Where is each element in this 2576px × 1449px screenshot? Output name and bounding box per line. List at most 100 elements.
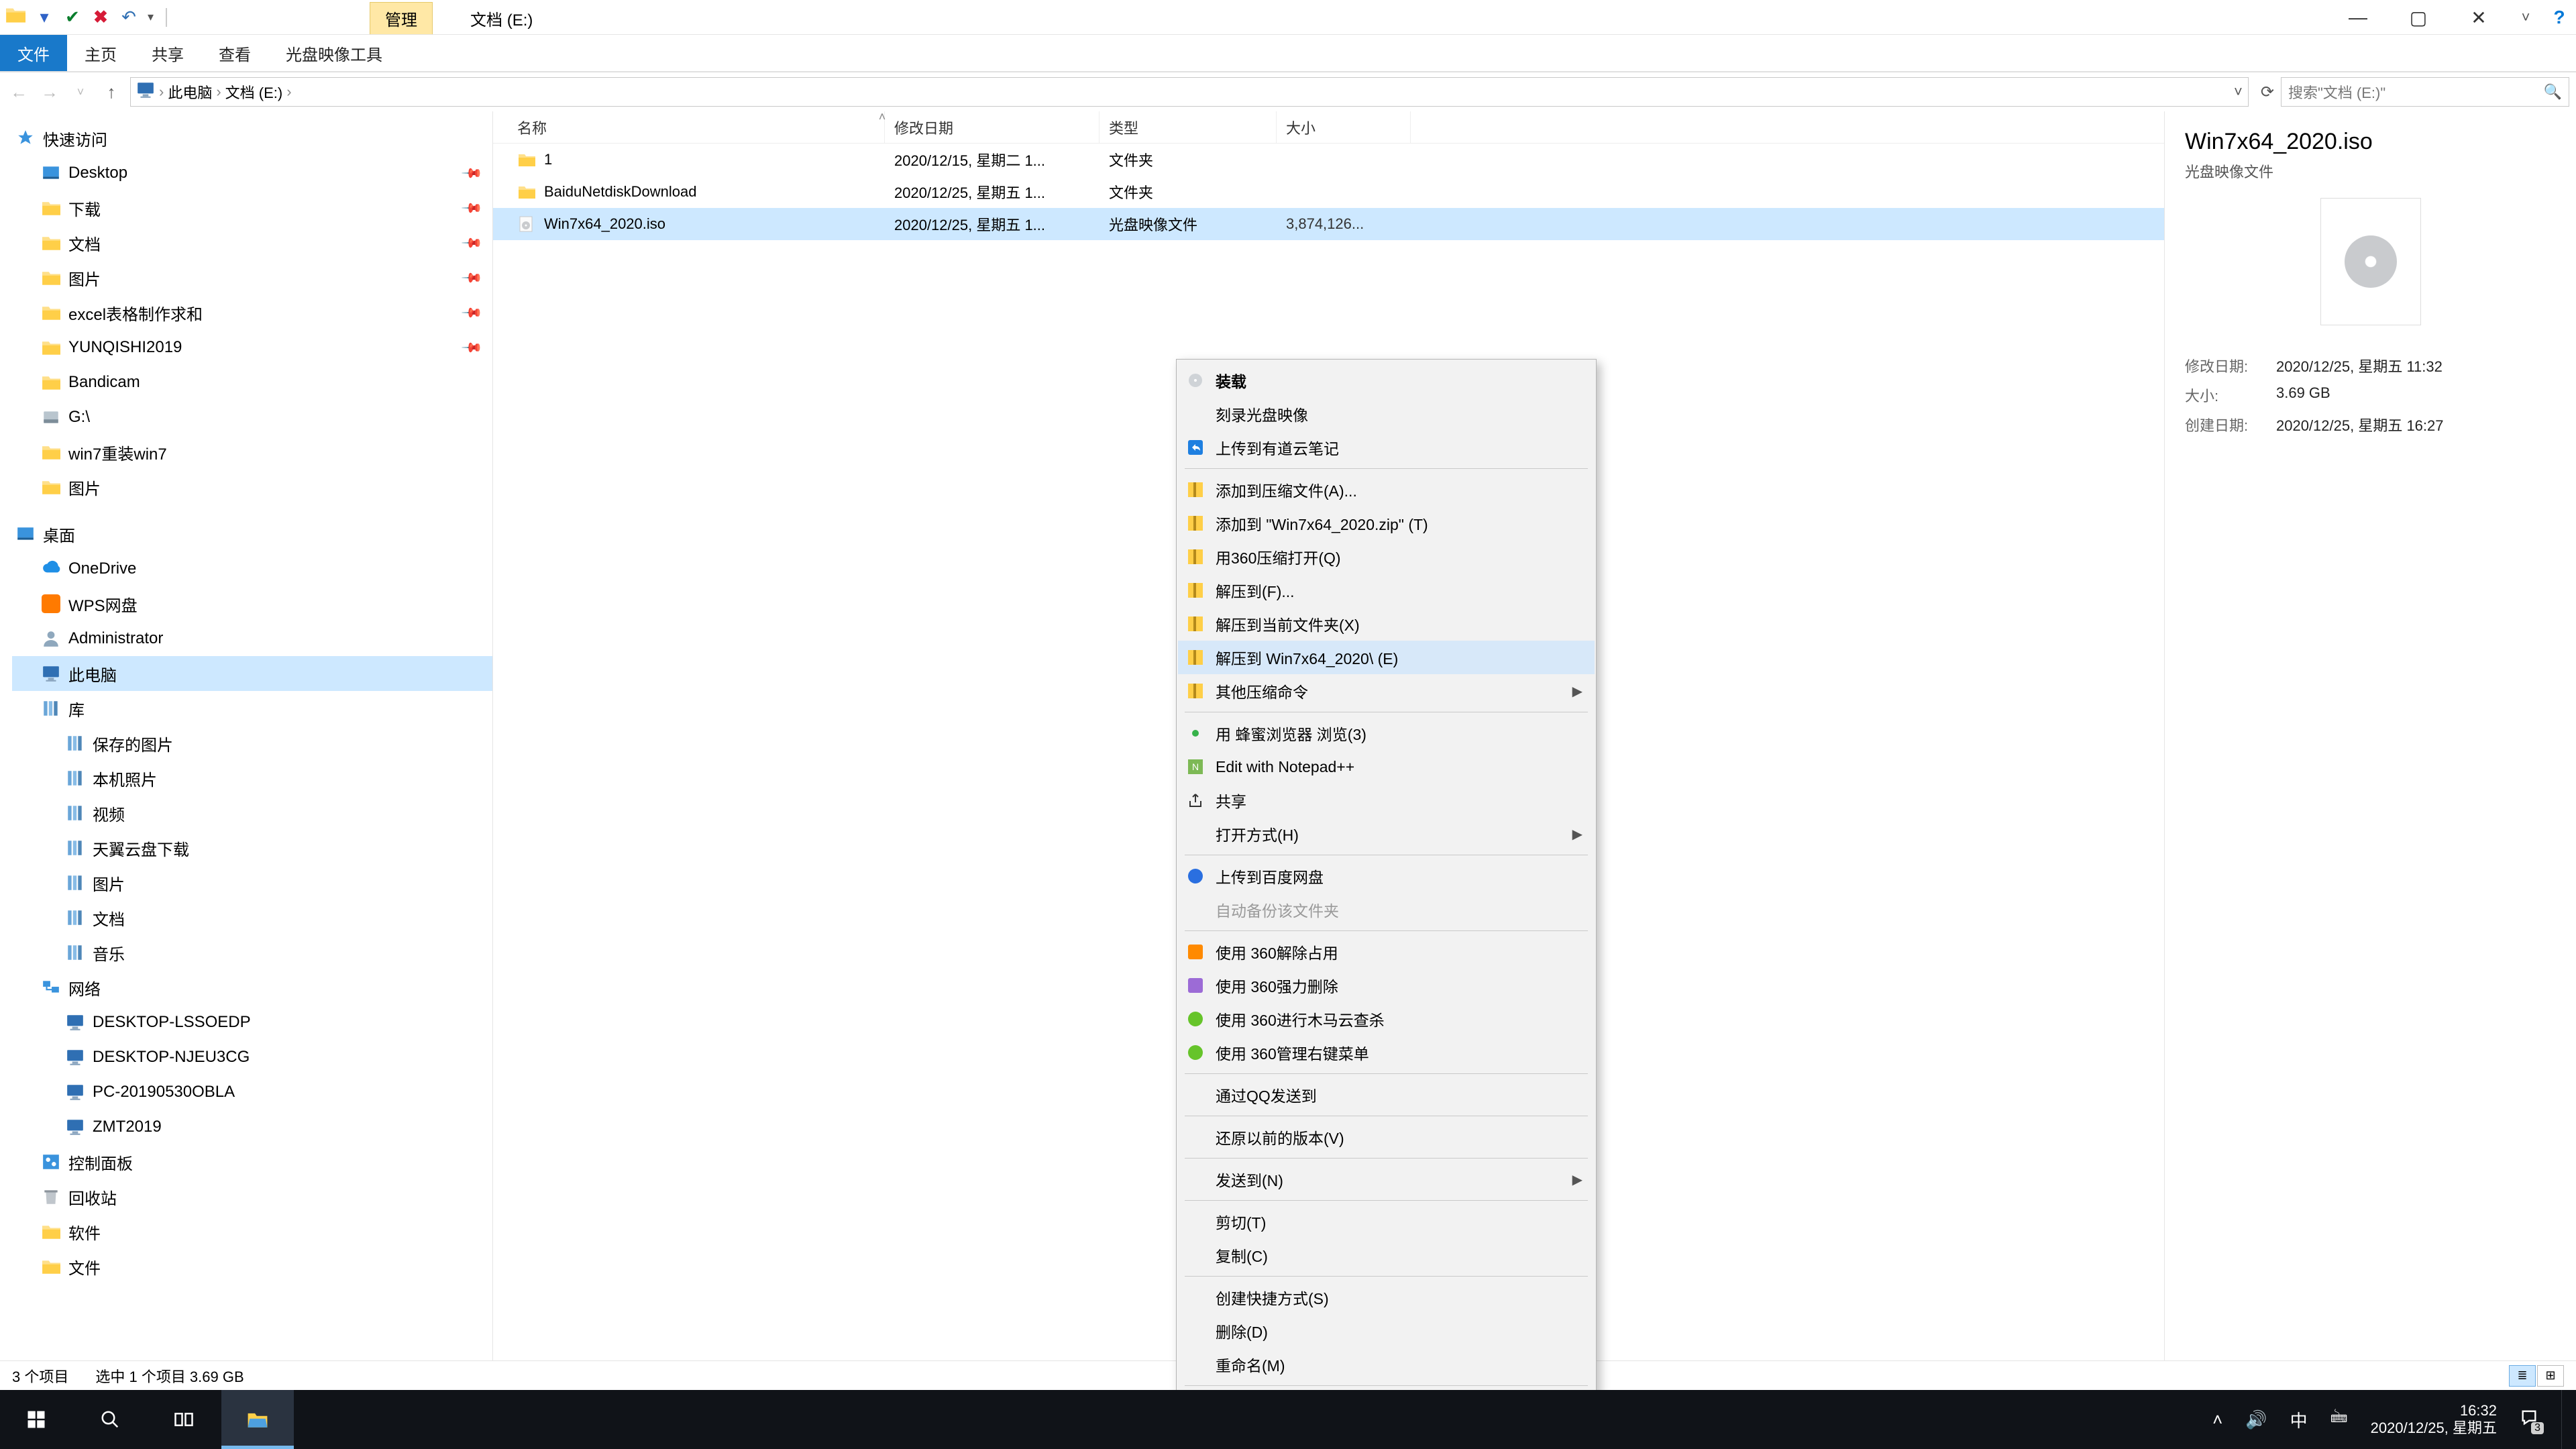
file-list-pane[interactable]: ˄ 名称 修改日期 类型 大小 12020/12/15, 星期二 1...文件夹… — [493, 111, 2164, 1360]
menu-item[interactable]: 打开方式(H)▶ — [1178, 817, 1595, 851]
ribbon-tab-file[interactable]: 文件 — [0, 35, 67, 71]
file-row[interactable]: 12020/12/15, 星期二 1...文件夹 — [493, 144, 2164, 176]
view-details-button[interactable]: ≣ — [2509, 1365, 2536, 1387]
tree-administrator[interactable]: Administrator — [12, 621, 492, 656]
menu-item[interactable]: 使用 360解除占用 — [1178, 935, 1595, 969]
tree-quick-item[interactable]: Desktop📌 — [12, 156, 492, 191]
action-center-icon[interactable]: 3 — [2520, 1408, 2538, 1432]
start-button[interactable] — [0, 1390, 72, 1449]
menu-item[interactable]: 剪切(T) — [1178, 1205, 1595, 1238]
tree-folder-software[interactable]: 软件 — [12, 1214, 492, 1249]
tree-library-item[interactable]: 文档 — [12, 900, 492, 935]
ribbon-tab-disc-tools[interactable]: 光盘映像工具 — [268, 35, 400, 71]
menu-item[interactable]: 添加到 "Win7x64_2020.zip" (T) — [1178, 506, 1595, 540]
menu-item[interactable]: 上传到有道云笔记 — [1178, 431, 1595, 464]
tree-quick-item[interactable]: 图片📌 — [12, 260, 492, 295]
menu-item[interactable]: 复制(C) — [1178, 1238, 1595, 1272]
ribbon-toggle-icon[interactable]: ˅ — [2509, 0, 2542, 35]
tree-folder-files[interactable]: 文件 — [12, 1249, 492, 1284]
taskbar-explorer-button[interactable] — [221, 1390, 294, 1449]
nav-forward-button[interactable]: → — [38, 80, 62, 104]
nav-back-button[interactable]: ← — [7, 80, 31, 104]
menu-item[interactable]: 创建快捷方式(S) — [1178, 1281, 1595, 1314]
volume-icon[interactable]: 🔊 — [2245, 1409, 2267, 1430]
tree-network[interactable]: 网络 — [12, 970, 492, 1005]
menu-item[interactable]: 用360压缩打开(Q) — [1178, 540, 1595, 574]
tree-quick-item[interactable]: G:\ — [12, 400, 492, 435]
tree-library-item[interactable]: 保存的图片 — [12, 726, 492, 761]
chevron-right-icon[interactable]: › — [216, 83, 221, 101]
navigation-pane[interactable]: 快速访问 Desktop📌下载📌文档📌图片📌excel表格制作求和📌YUNQIS… — [0, 111, 493, 1360]
search-input[interactable]: 搜索"文档 (E:)" 🔍 — [2281, 77, 2569, 107]
tree-network-item[interactable]: DESKTOP-NJEU3CG — [12, 1040, 492, 1075]
tray-up-icon[interactable]: ˄ — [2212, 1409, 2222, 1430]
menu-item[interactable]: 通过QQ发送到 — [1178, 1078, 1595, 1112]
clock[interactable]: 16:32 2020/12/25, 星期五 — [2371, 1402, 2497, 1438]
crumb-drive[interactable]: 文档 (E:) — [225, 81, 283, 103]
tree-onedrive[interactable]: OneDrive — [12, 551, 492, 586]
ime-indicator[interactable]: 中 — [2290, 1407, 2308, 1432]
tree-library[interactable]: 库 — [12, 691, 492, 726]
qat-customize-icon[interactable]: ▾ — [148, 10, 154, 24]
file-row[interactable]: BaiduNetdiskDownload2020/12/25, 星期五 1...… — [493, 176, 2164, 208]
menu-item[interactable]: 共享 — [1178, 784, 1595, 817]
column-size[interactable]: 大小 — [1277, 111, 1411, 143]
tree-library-item[interactable]: 图片 — [12, 865, 492, 900]
search-icon[interactable]: 🔍 — [2544, 83, 2562, 101]
tree-library-item[interactable]: 本机照片 — [12, 761, 492, 796]
menu-item[interactable]: 解压到 Win7x64_2020\ (E) — [1178, 641, 1595, 674]
close-button[interactable]: ✕ — [2449, 0, 2509, 35]
address-dropdown-icon[interactable]: ˅ — [2234, 83, 2243, 101]
tree-quick-item[interactable]: 文档📌 — [12, 225, 492, 260]
ime-mode-icon[interactable]: 🖮 — [2330, 1405, 2348, 1434]
qat-down-icon[interactable]: ▾ — [35, 8, 54, 27]
qat-checkmark-icon[interactable]: ✔ — [63, 8, 82, 27]
menu-item[interactable]: 发送到(N)▶ — [1178, 1163, 1595, 1196]
tree-this-pc[interactable]: 此电脑 — [12, 656, 492, 691]
tree-library-item[interactable]: 音乐 — [12, 935, 492, 970]
menu-item[interactable]: 重命名(M) — [1178, 1348, 1595, 1381]
tree-network-item[interactable]: PC-20190530OBLA — [12, 1075, 492, 1110]
column-type[interactable]: 类型 — [1099, 111, 1277, 143]
help-button[interactable]: ? — [2542, 0, 2576, 35]
qat-delete-icon[interactable]: ✖ — [91, 8, 110, 27]
menu-item[interactable]: 装载 — [1178, 364, 1595, 397]
tree-quick-item[interactable]: 图片 — [12, 470, 492, 504]
task-view-button[interactable] — [148, 1390, 220, 1449]
chevron-right-icon[interactable]: › — [159, 83, 164, 101]
minimize-button[interactable]: — — [2328, 0, 2388, 35]
menu-item[interactable]: 使用 360进行木马云查杀 — [1178, 1002, 1595, 1036]
tree-recycle[interactable]: 回收站 — [12, 1179, 492, 1214]
nav-up-button[interactable]: ↑ — [99, 80, 123, 104]
taskbar[interactable]: ˄ 🔊 中 🖮 16:32 2020/12/25, 星期五 3 — [0, 1390, 2576, 1449]
tree-network-item[interactable]: ZMT2019 — [12, 1110, 492, 1144]
tree-library-item[interactable]: 天翼云盘下载 — [12, 830, 492, 865]
menu-item[interactable]: 其他压缩命令▶ — [1178, 674, 1595, 708]
menu-item[interactable]: 删除(D) — [1178, 1314, 1595, 1348]
menu-item[interactable]: 解压到(F)... — [1178, 574, 1595, 607]
tree-quick-item[interactable]: YUNQISHI2019📌 — [12, 330, 492, 365]
maximize-button[interactable]: ▢ — [2388, 0, 2449, 35]
address-bar[interactable]: ›此电脑 ›文档 (E:)› ˅ — [130, 77, 2249, 107]
menu-item[interactable]: 解压到当前文件夹(X) — [1178, 607, 1595, 641]
context-tab-manage[interactable]: 管理 — [370, 2, 433, 34]
menu-item[interactable]: 还原以前的版本(V) — [1178, 1120, 1595, 1154]
qat-undo-icon[interactable]: ↶ — [119, 8, 138, 27]
tree-quick-item[interactable]: Bandicam — [12, 365, 492, 400]
chevron-right-icon[interactable]: › — [286, 83, 291, 101]
tree-quick-item[interactable]: win7重装win7 — [12, 435, 492, 470]
menu-item[interactable]: 上传到百度网盘 — [1178, 859, 1595, 893]
nav-recent-icon[interactable]: ˅ — [68, 80, 93, 104]
ribbon-tab-home[interactable]: 主页 — [67, 35, 134, 71]
tree-quick-access[interactable]: 快速访问 — [12, 121, 492, 156]
tree-control-panel[interactable]: 控制面板 — [12, 1144, 492, 1179]
menu-item[interactable]: 用 蜂蜜浏览器 浏览(3) — [1178, 716, 1595, 750]
menu-item[interactable]: 添加到压缩文件(A)... — [1178, 473, 1595, 506]
refresh-button[interactable]: ⟳ — [2261, 83, 2274, 102]
tree-quick-item[interactable]: excel表格制作求和📌 — [12, 295, 492, 330]
menu-item[interactable]: 刻录光盘映像 — [1178, 397, 1595, 431]
ribbon-tab-share[interactable]: 共享 — [134, 35, 201, 71]
tree-desktop[interactable]: 桌面 — [12, 517, 492, 551]
file-row[interactable]: Win7x64_2020.iso2020/12/25, 星期五 1...光盘映像… — [493, 208, 2164, 240]
tree-wps[interactable]: WPS网盘 — [12, 586, 492, 621]
